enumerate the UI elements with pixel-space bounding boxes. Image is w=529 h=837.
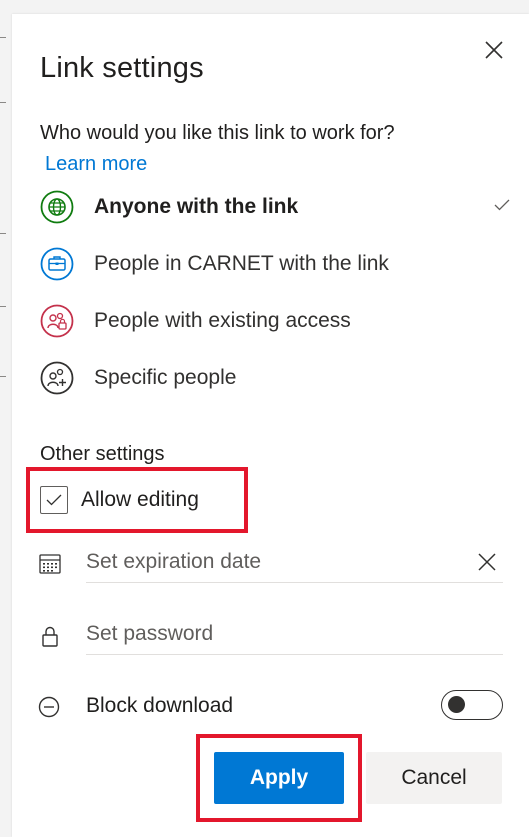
allow-editing-checkbox[interactable]: Allow editing	[40, 484, 199, 516]
apply-button[interactable]: Apply	[214, 752, 344, 804]
audience-question: Who would you like this link to work for…	[40, 122, 395, 144]
dialog-title: Link settings	[40, 52, 204, 84]
toggle-knob	[448, 696, 465, 713]
block-download-row: Block download	[38, 690, 503, 724]
option-label: People with existing access	[94, 309, 351, 332]
briefcase-icon	[40, 247, 74, 281]
option-existing-access[interactable]: People with existing access	[40, 301, 510, 341]
checkmark-icon	[46, 494, 62, 506]
close-icon	[485, 41, 503, 59]
password-row	[38, 612, 503, 658]
calendar-icon	[39, 554, 61, 574]
expiration-date-row	[38, 540, 503, 586]
close-dialog-button[interactable]	[480, 36, 508, 64]
cancel-button[interactable]: Cancel	[366, 752, 502, 804]
edge-mark	[0, 233, 6, 234]
option-label: Anyone with the link	[94, 195, 299, 218]
block-download-toggle[interactable]	[441, 690, 503, 720]
allow-editing-label: Allow editing	[81, 488, 199, 511]
option-label: People in CARNET with the link	[94, 252, 389, 275]
checkbox[interactable]	[40, 486, 68, 514]
close-icon[interactable]	[475, 550, 499, 574]
edge-mark	[0, 102, 6, 103]
password-input[interactable]	[86, 614, 503, 655]
edge-mark	[0, 37, 6, 38]
learn-more-link[interactable]: Learn more	[45, 153, 147, 176]
option-label: Specific people	[94, 366, 237, 389]
expiration-date-input[interactable]	[86, 542, 503, 583]
people-lock-icon	[40, 304, 74, 338]
option-specific-people[interactable]: Specific people	[40, 358, 510, 398]
people-add-icon	[40, 361, 74, 395]
block-download-label: Block download	[86, 694, 234, 717]
option-anyone-with-link[interactable]: Anyone with the link	[40, 187, 510, 227]
edge-mark	[0, 306, 6, 307]
edge-mark	[0, 376, 6, 377]
block-icon	[38, 696, 60, 718]
lock-icon	[42, 626, 58, 647]
other-settings-heading: Other settings	[40, 443, 165, 465]
globe-icon	[40, 190, 74, 224]
checkmark-icon	[494, 199, 510, 211]
option-people-in-org[interactable]: People in CARNET with the link	[40, 244, 510, 284]
